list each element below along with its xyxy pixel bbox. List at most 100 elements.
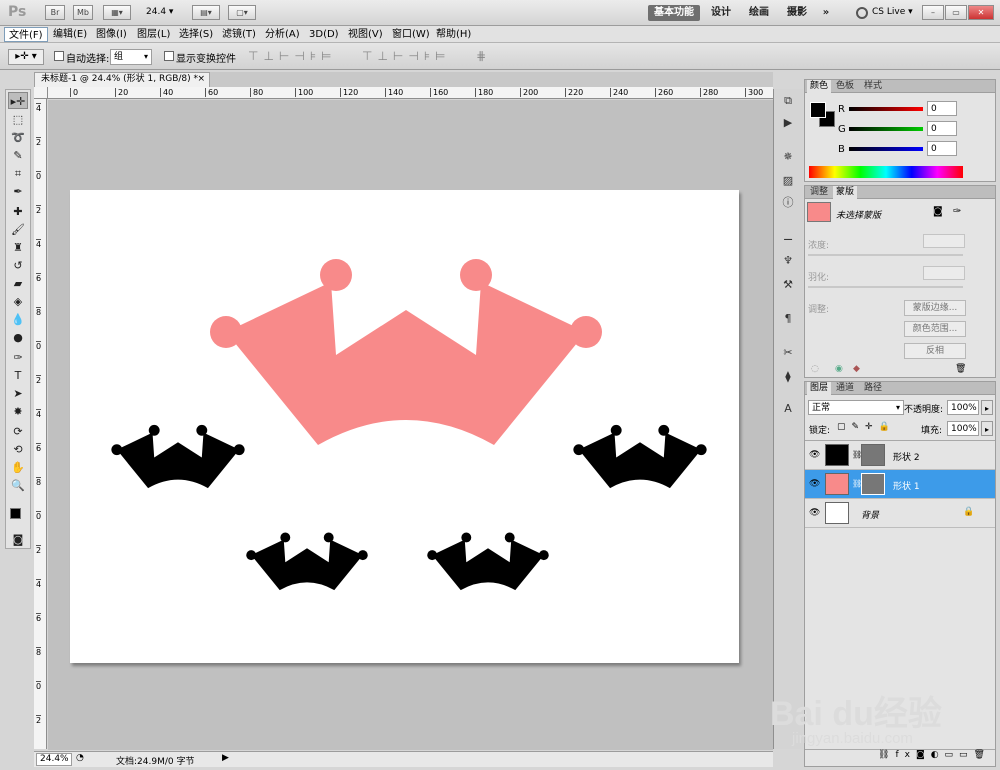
mask-edge-button[interactable]: 蒙版边缘...: [904, 300, 966, 316]
show-transform-checkbox[interactable]: [164, 51, 174, 61]
3d-rotate-tool-icon[interactable]: ⟳: [8, 423, 28, 440]
panel-foreground-swatch[interactable]: [810, 102, 826, 118]
fill-field[interactable]: 100%: [947, 421, 979, 436]
layer-visibility-eye-icon[interactable]: 👁: [809, 450, 820, 460]
menu-filter[interactable]: 滤镜(T): [218, 27, 260, 42]
distribute-buttons[interactable]: ⊤⊥⊢⊣⊧⊨: [362, 49, 451, 63]
view-extras-icon[interactable]: ▦▾: [103, 5, 131, 20]
lock-options-icons[interactable]: ▢✎✛🔒: [837, 422, 896, 432]
history-panel-icon[interactable]: ⧉: [779, 93, 797, 109]
workspace-photography[interactable]: 摄影: [782, 5, 812, 21]
character-panel-icon[interactable]: A: [779, 401, 797, 417]
histogram-panel-icon[interactable]: ▨: [779, 173, 797, 189]
arrange-documents-icon[interactable]: ▤▾: [192, 5, 220, 20]
layer-row-shape2[interactable]: 👁 ⛓ 形状 2: [805, 441, 995, 470]
minibridge-icon[interactable]: Mb: [73, 5, 93, 20]
workspace-essentials[interactable]: 基本功能: [648, 5, 700, 21]
move-tool-icon[interactable]: ▸✛: [8, 92, 28, 109]
menu-file[interactable]: 文件(F): [4, 27, 48, 42]
layer-visibility-eye-icon[interactable]: 👁: [809, 479, 820, 489]
3d-panel-icon[interactable]: ✂: [779, 345, 797, 361]
invert-button[interactable]: 反相: [904, 343, 966, 359]
tool-presets-panel-icon[interactable]: ⚒: [779, 277, 797, 293]
bridge-icon[interactable]: Br: [45, 5, 65, 20]
blue-slider[interactable]: [849, 147, 923, 151]
load-selection-icon[interactable]: ◌: [811, 364, 819, 374]
blend-mode-select[interactable]: 正常 ▾: [808, 400, 904, 415]
more-workspaces-button[interactable]: »: [818, 5, 834, 21]
align-buttons[interactable]: ⊤⊥⊢⊣⊧⊨: [248, 49, 337, 63]
tab-color[interactable]: 颜色: [807, 80, 832, 93]
clone-source-panel-icon[interactable]: ♆: [779, 253, 797, 269]
menu-view[interactable]: 视图(V): [344, 27, 387, 42]
tab-masks[interactable]: 蒙版: [833, 186, 858, 199]
history-brush-tool-icon[interactable]: ↺: [8, 257, 28, 274]
feather-slider[interactable]: [808, 286, 963, 288]
green-slider[interactable]: [849, 127, 923, 131]
workspace-design[interactable]: 设计: [706, 5, 736, 21]
path-select-tool-icon[interactable]: ➤: [8, 385, 28, 402]
brush-tool-icon[interactable]: 🖌: [8, 221, 28, 238]
actions-panel-icon[interactable]: ▶: [779, 115, 797, 131]
layer-row-shape1[interactable]: 👁 ⛓ 形状 1: [805, 470, 995, 499]
menu-image[interactable]: 图像(I): [92, 27, 131, 42]
foreground-color-swatch[interactable]: [10, 508, 21, 519]
auto-select-target[interactable]: 组 ▾: [110, 49, 152, 65]
eyedropper-tool-icon[interactable]: ✒: [8, 183, 28, 200]
density-field[interactable]: [923, 234, 965, 248]
screen-mode-icon[interactable]: ▢▾: [228, 5, 256, 20]
red-value-field[interactable]: 0: [927, 101, 957, 116]
fill-slider-toggle[interactable]: ▸: [981, 421, 993, 436]
blue-value-field[interactable]: 0: [927, 141, 957, 156]
layers-panel-footer-icons[interactable]: ⛓fx◙◐▭▭🗑: [805, 749, 995, 765]
status-zoom-field[interactable]: 24.4%: [36, 753, 72, 766]
color-range-button[interactable]: 颜色范围...: [904, 321, 966, 337]
paint-bucket-tool-icon[interactable]: ◈: [8, 293, 28, 310]
visibility-eye-icon[interactable]: ◉: [835, 364, 843, 374]
workspace-painting[interactable]: 绘画: [744, 5, 774, 21]
color-spectrum-bar[interactable]: [809, 166, 963, 178]
quick-select-tool-icon[interactable]: ✎: [8, 147, 28, 164]
eraser-tool-icon[interactable]: ▰: [8, 275, 28, 292]
brush-presets-panel-icon[interactable]: ⚊: [779, 229, 797, 245]
layer-comps-panel-icon[interactable]: ⧫: [779, 369, 797, 385]
menu-3d[interactable]: 3D(D): [305, 27, 343, 42]
close-document-icon[interactable]: ×: [197, 73, 205, 86]
custom-shape-tool-icon[interactable]: ✸: [8, 403, 28, 420]
tab-swatches[interactable]: 色板: [833, 80, 857, 93]
tab-channels[interactable]: 通道: [833, 382, 857, 395]
restore-button[interactable]: ▭: [945, 5, 967, 20]
crop-tool-icon[interactable]: ⌗: [8, 165, 28, 182]
opacity-slider-toggle[interactable]: ▸: [981, 400, 993, 415]
clone-stamp-tool-icon[interactable]: ♜: [8, 239, 28, 256]
tool-preset-picker[interactable]: ▸✛ ▾: [8, 49, 44, 65]
document-tab[interactable]: 未标题-1 @ 24.4% (形状 1, RGB/8) * ×: [34, 72, 210, 87]
green-value-field[interactable]: 0: [927, 121, 957, 136]
layer-row-background[interactable]: 👁 背景 🔒: [805, 499, 995, 528]
3d-orbit-tool-icon[interactable]: ⟲: [8, 441, 28, 458]
tab-styles[interactable]: 样式: [861, 80, 885, 93]
minimize-button[interactable]: –: [922, 5, 944, 20]
tab-adjustments[interactable]: 调整: [807, 186, 831, 199]
zoom-tool-icon[interactable]: 🔍: [8, 477, 28, 494]
tab-paths[interactable]: 路径: [861, 382, 885, 395]
menu-edit[interactable]: 编辑(E): [49, 27, 91, 42]
opacity-field[interactable]: 100%: [947, 400, 979, 415]
hand-tool-icon[interactable]: ✋: [8, 459, 28, 476]
menu-analysis[interactable]: 分析(A): [261, 27, 304, 42]
menu-window[interactable]: 窗口(W): [388, 27, 434, 42]
apply-mask-icon[interactable]: ◆: [853, 364, 860, 374]
cslive-menu[interactable]: CS Live ▾: [872, 7, 913, 17]
navigator-panel-icon[interactable]: ✵: [779, 149, 797, 165]
healing-brush-tool-icon[interactable]: ✚: [8, 203, 28, 220]
auto-select-checkbox[interactable]: [54, 51, 64, 61]
pen-tool-icon[interactable]: ✑: [8, 349, 28, 366]
menu-help[interactable]: 帮助(H): [432, 27, 475, 42]
density-slider[interactable]: [808, 254, 963, 256]
status-menu-arrow[interactable]: ▶: [222, 753, 229, 763]
tab-layers[interactable]: 图层: [807, 382, 832, 395]
feather-field[interactable]: [923, 266, 965, 280]
menu-layer[interactable]: 图层(L): [133, 27, 174, 42]
menu-select[interactable]: 选择(S): [175, 27, 217, 42]
red-slider[interactable]: [849, 107, 923, 111]
